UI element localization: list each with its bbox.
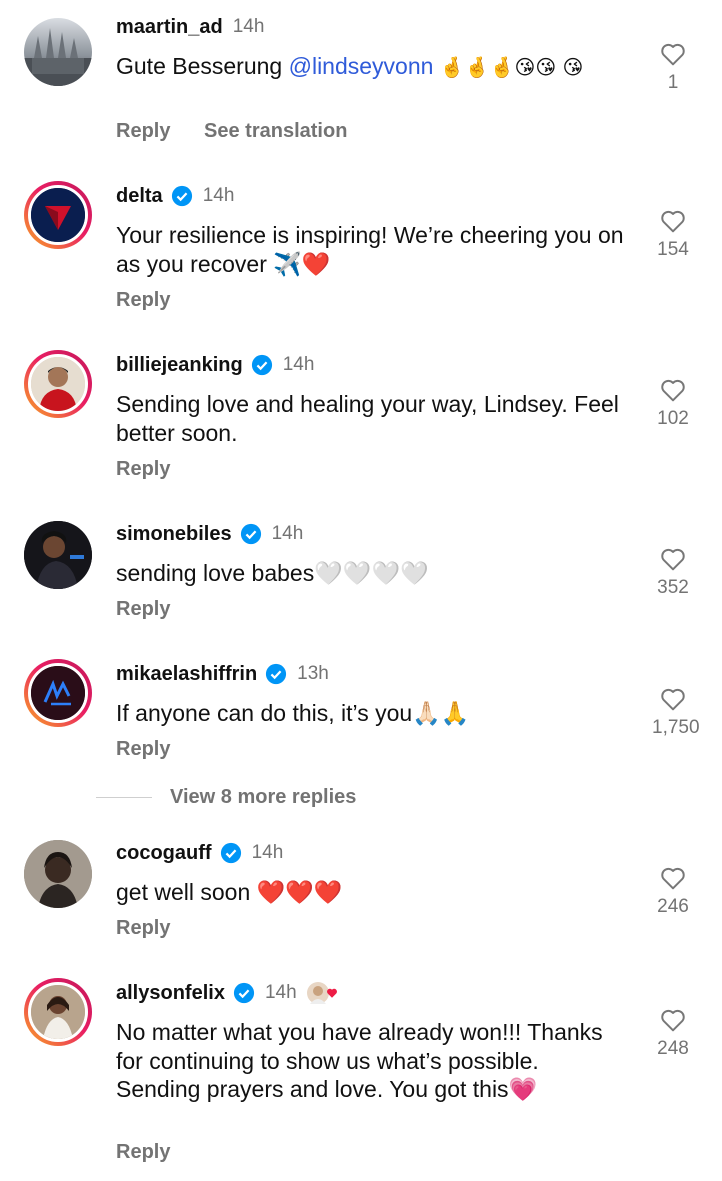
heart-icon: [661, 1009, 685, 1032]
avatar[interactable]: [24, 350, 92, 418]
avatar[interactable]: [24, 659, 92, 727]
reply-button[interactable]: Reply: [116, 598, 170, 620]
timestamp: 13h: [297, 663, 329, 684]
timestamp: 14h: [264, 982, 297, 1003]
like-count: 246: [657, 896, 689, 917]
like-count: 102: [657, 408, 689, 429]
delta-logo-image: [31, 188, 85, 242]
comment-item: cocogauff 14h get well soon ❤️❤️❤️ Reply…: [0, 838, 722, 958]
reply-button[interactable]: Reply: [116, 289, 170, 311]
verified-badge-icon: [233, 982, 255, 1004]
comment-item: delta 14h Your resilience is inspiring! …: [0, 181, 722, 321]
cathedral-image: [24, 28, 92, 86]
heart-icon: [661, 548, 685, 571]
like-count: 1: [667, 72, 679, 93]
timestamp: 14h: [202, 185, 235, 206]
comment-item: maartin_ad 14h Gute Besserung @lindseyvo…: [0, 12, 722, 162]
mention-link[interactable]: @lindseyvonn: [289, 53, 434, 79]
like-button[interactable]: 154: [652, 209, 694, 261]
comment-text: If anyone can do this, it’s you🙏🏻🙏: [116, 700, 470, 726]
like-count: 1,750: [652, 717, 700, 738]
like-button[interactable]: 1: [652, 42, 694, 94]
heart-icon: [661, 688, 685, 711]
comment-text: sending love babes🤍🤍🤍🤍: [116, 560, 429, 586]
like-button[interactable]: 352: [652, 547, 694, 599]
heart-icon: [661, 867, 685, 890]
username[interactable]: delta: [116, 185, 163, 208]
person-image: [31, 357, 85, 411]
avatar[interactable]: [24, 181, 92, 249]
username[interactable]: allysonfelix: [116, 982, 225, 1005]
person-image: [24, 521, 92, 589]
like-button[interactable]: 248: [652, 1008, 694, 1060]
liked-by-author-indicator: [306, 982, 338, 1004]
verified-badge-icon: [251, 354, 272, 376]
heart-icon: [661, 379, 685, 402]
person-image: [31, 985, 85, 1039]
comment-text: Sending love and healing your way, Linds…: [116, 391, 619, 446]
see-translation-button[interactable]: See translation: [204, 120, 347, 142]
username[interactable]: mikaelashiffrin: [116, 663, 257, 686]
avatar[interactable]: [24, 521, 92, 589]
like-button[interactable]: 102: [652, 378, 694, 430]
timestamp: 14h: [271, 523, 304, 544]
reply-button[interactable]: Reply: [116, 917, 170, 939]
reply-button[interactable]: Reply: [116, 1141, 170, 1163]
comment-text: Gute Besserung @lindseyvonn 🤞🤞🤞😘😘 😘: [116, 53, 584, 79]
avatar[interactable]: [24, 18, 92, 86]
avatar[interactable]: [24, 840, 92, 908]
red-heart-icon: [326, 988, 337, 998]
like-button[interactable]: 1,750: [652, 687, 700, 739]
heart-icon: [661, 210, 685, 233]
view-more-replies-button[interactable]: View 8 more replies: [96, 786, 356, 809]
comment-item: billiejeanking 14h Sending love and heal…: [0, 350, 722, 490]
verified-badge-icon: [240, 523, 261, 545]
username[interactable]: billiejeanking: [116, 354, 243, 377]
view-more-replies-label: View 8 more replies: [170, 786, 357, 808]
verified-badge-icon: [266, 663, 287, 685]
reply-button[interactable]: Reply: [116, 458, 170, 480]
comment-item: simonebiles 14h sending love babes🤍🤍🤍🤍 R…: [0, 519, 722, 639]
username[interactable]: cocogauff: [116, 842, 212, 865]
timestamp: 14h: [232, 16, 265, 37]
like-count: 352: [657, 577, 689, 598]
verified-badge-icon: [220, 842, 241, 864]
logo-image: [31, 666, 85, 720]
comment-item: mikaelashiffrin 13h If anyone can do thi…: [0, 659, 722, 779]
avatar[interactable]: [24, 978, 92, 1046]
timestamp: 14h: [282, 354, 315, 375]
heart-icon: [661, 43, 685, 66]
person-image: [24, 840, 92, 908]
reply-button[interactable]: Reply: [116, 120, 170, 142]
divider: [96, 797, 152, 798]
timestamp: 14h: [251, 842, 284, 863]
username[interactable]: simonebiles: [116, 523, 232, 546]
like-count: 248: [657, 1038, 689, 1059]
comment-text: Your resilience is inspiring! We’re chee…: [116, 222, 624, 277]
comment-item: allysonfelix 14h No matter what you have…: [0, 978, 722, 1178]
username[interactable]: maartin_ad: [116, 16, 223, 39]
comment-text: get well soon ❤️❤️❤️: [116, 879, 343, 905]
reply-button[interactable]: Reply: [116, 738, 170, 760]
like-button[interactable]: 246: [652, 866, 694, 918]
like-count: 154: [657, 239, 689, 260]
verified-badge-icon: [171, 185, 192, 207]
comment-text: No matter what you have already won!!! T…: [116, 1019, 603, 1102]
